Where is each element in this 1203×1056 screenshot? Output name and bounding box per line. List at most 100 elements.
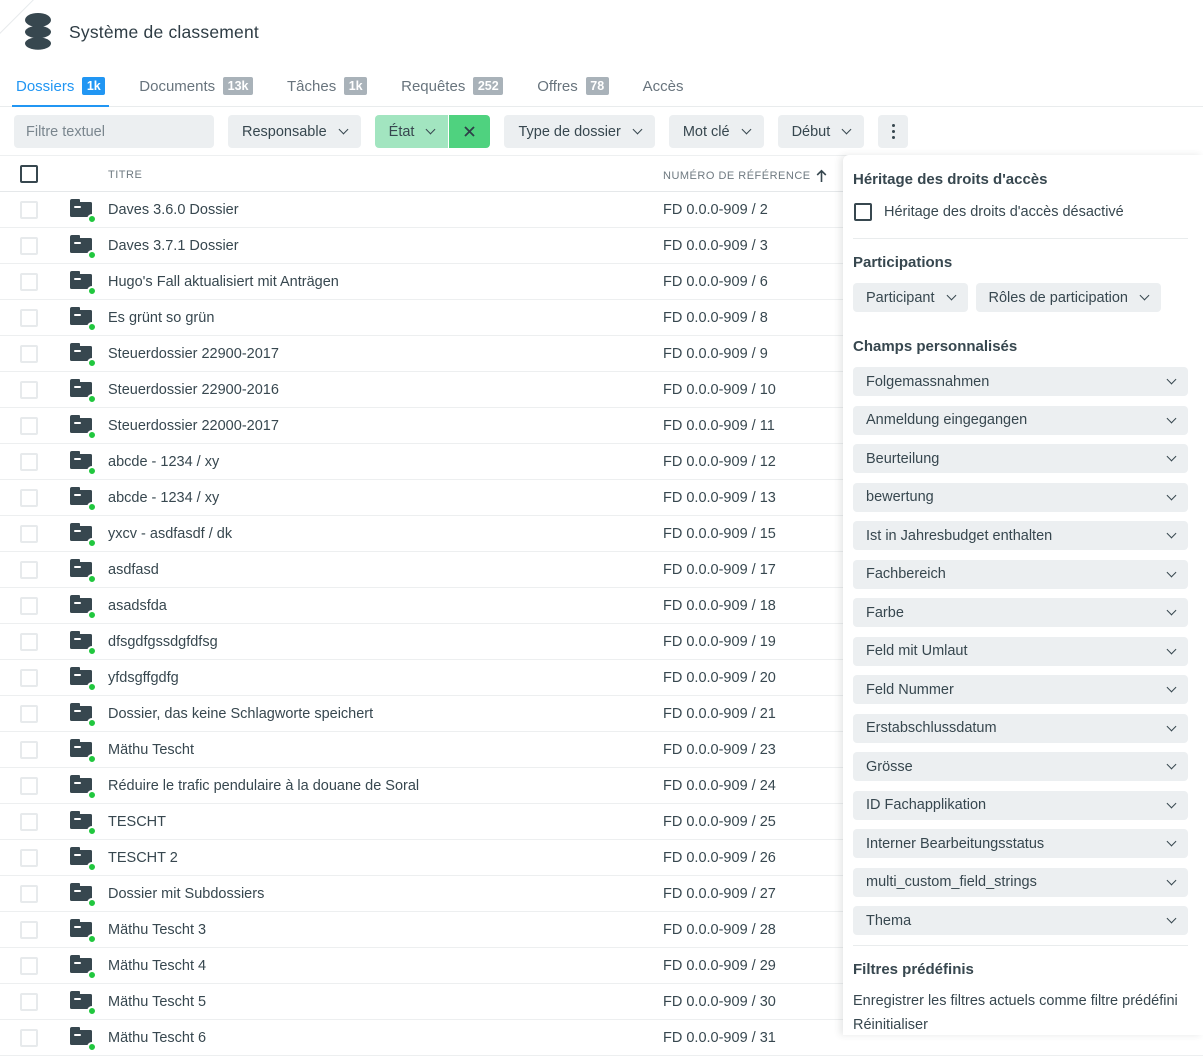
custom-field-dropdown[interactable]: Folgemassnahmen (853, 367, 1188, 396)
chevron-down-icon (632, 125, 642, 135)
row-checkbox[interactable] (20, 273, 38, 291)
custom-field-dropdown[interactable]: multi_custom_field_strings (853, 868, 1188, 897)
close-icon (463, 125, 476, 138)
filter-chip[interactable]: Type de dossier (504, 115, 654, 148)
access-inheritance-checkbox-row[interactable]: Héritage des droits d'accès désactivé (854, 203, 1188, 221)
custom-field-label: Folgemassnahmen (866, 374, 989, 390)
row-checkbox[interactable] (20, 453, 38, 471)
filter-chip[interactable]: Début (778, 115, 865, 148)
chevron-down-icon (1167, 567, 1177, 577)
custom-field-dropdown[interactable]: Beurteilung (853, 444, 1188, 473)
text-filter-input[interactable] (14, 115, 214, 148)
column-header-reference[interactable]: NUMÉRO DE RÉFÉRENCE (663, 169, 828, 183)
dossier-reference: FD 0.0.0-909 / 21 (663, 706, 776, 722)
tab-count-badge: 78 (586, 77, 609, 95)
tab[interactable]: Tâches 1k (285, 77, 369, 106)
status-dot (87, 358, 98, 369)
custom-field-dropdown[interactable]: Feld Nummer (853, 675, 1188, 704)
status-dot (87, 394, 98, 405)
tab[interactable]: Offres 78 (535, 77, 610, 106)
dossier-title: Mäthu Tescht (108, 742, 194, 758)
dossier-reference: FD 0.0.0-909 / 24 (663, 778, 776, 794)
remove-filter-button[interactable] (449, 115, 490, 148)
tab[interactable]: Documents 13k (137, 77, 255, 106)
row-checkbox[interactable] (20, 813, 38, 831)
dossier-reference: FD 0.0.0-909 / 3 (663, 238, 768, 254)
filter-chip-label: Responsable (242, 124, 327, 140)
row-checkbox[interactable] (20, 561, 38, 579)
dossier-reference: FD 0.0.0-909 / 31 (663, 1030, 776, 1046)
save-filters-link[interactable]: Enregistrer les filtres actuels comme fi… (853, 993, 1188, 1009)
row-checkbox[interactable] (20, 633, 38, 651)
participant-dropdown[interactable]: Participant (853, 283, 968, 312)
chevron-down-icon (946, 291, 956, 301)
custom-field-dropdown[interactable]: bewertung (853, 483, 1188, 512)
status-dot (87, 502, 98, 513)
row-checkbox[interactable] (20, 705, 38, 723)
custom-field-label: Erstabschlussdatum (866, 720, 997, 736)
custom-field-dropdown[interactable]: Interner Bearbeitungsstatus (853, 829, 1188, 858)
custom-field-dropdown[interactable]: Thema (853, 906, 1188, 935)
row-checkbox[interactable] (20, 597, 38, 615)
row-checkbox[interactable] (20, 489, 38, 507)
row-checkbox[interactable] (20, 921, 38, 939)
row-checkbox[interactable] (20, 309, 38, 327)
row-checkbox[interactable] (20, 201, 38, 219)
custom-field-dropdown[interactable]: Fachbereich (853, 560, 1188, 589)
filter-chip[interactable]: Responsable (228, 115, 361, 148)
custom-field-dropdown[interactable]: Grösse (853, 752, 1188, 781)
dossier-reference: FD 0.0.0-909 / 9 (663, 346, 768, 362)
custom-field-dropdown[interactable]: Ist in Jahresbudget enthalten (853, 521, 1188, 550)
status-dot (87, 322, 98, 333)
dossier-folder-icon (70, 811, 95, 833)
tab[interactable]: Requêtes 252 (399, 77, 505, 106)
custom-field-label: bewertung (866, 489, 934, 505)
custom-field-dropdown[interactable]: Feld mit Umlaut (853, 637, 1188, 666)
chevron-down-icon (1167, 683, 1177, 693)
row-checkbox[interactable] (20, 381, 38, 399)
row-checkbox[interactable] (20, 993, 38, 1011)
custom-field-dropdown[interactable]: Erstabschlussdatum (853, 714, 1188, 743)
row-checkbox[interactable] (20, 957, 38, 975)
row-checkbox[interactable] (20, 237, 38, 255)
dossier-folder-icon (70, 451, 95, 473)
dossier-reference: FD 0.0.0-909 / 26 (663, 850, 776, 866)
custom-fields-heading: Champs personnalisés (853, 338, 1188, 355)
select-all-checkbox[interactable] (20, 165, 38, 183)
dossier-title: Réduire le trafic pendulaire à la douane… (108, 778, 419, 794)
dossier-folder-icon (70, 523, 95, 545)
tab-count-badge: 13k (223, 77, 253, 95)
filter-chip[interactable]: État (375, 115, 449, 148)
status-dot (87, 718, 98, 729)
access-inheritance-checkbox[interactable] (854, 203, 872, 221)
row-checkbox[interactable] (20, 849, 38, 867)
row-checkbox[interactable] (20, 525, 38, 543)
row-checkbox[interactable] (20, 741, 38, 759)
status-dot (87, 286, 98, 297)
row-checkbox[interactable] (20, 345, 38, 363)
tab[interactable]: Accès (641, 78, 686, 106)
dossier-reference: FD 0.0.0-909 / 23 (663, 742, 776, 758)
custom-field-dropdown[interactable]: Farbe (853, 598, 1188, 627)
filter-chips: Responsable État (228, 115, 864, 148)
reset-filters-link[interactable]: Réinitialiser (853, 1017, 1188, 1033)
custom-field-dropdown[interactable]: ID Fachapplikation (853, 791, 1188, 820)
tab[interactable]: Dossiers 1k (14, 77, 107, 106)
dossier-folder-icon (70, 199, 95, 221)
status-dot (87, 970, 98, 981)
status-dot (87, 646, 98, 657)
custom-field-dropdown[interactable]: Anmeldung eingegangen (853, 406, 1188, 435)
filter-chip-label: Début (792, 124, 831, 140)
tab-label: Offres (537, 78, 578, 95)
row-checkbox[interactable] (20, 885, 38, 903)
row-checkbox[interactable] (20, 669, 38, 687)
status-dot (87, 790, 98, 801)
row-checkbox[interactable] (20, 1029, 38, 1047)
filter-chip[interactable]: Mot clé (669, 115, 764, 148)
row-checkbox[interactable] (20, 777, 38, 795)
chevron-down-icon (1167, 529, 1177, 539)
row-checkbox[interactable] (20, 417, 38, 435)
more-filters-button[interactable] (878, 115, 908, 148)
participation-roles-dropdown[interactable]: Rôles de participation (976, 283, 1161, 312)
predefined-filters-heading: Filtres prédéfinis (853, 961, 1188, 978)
